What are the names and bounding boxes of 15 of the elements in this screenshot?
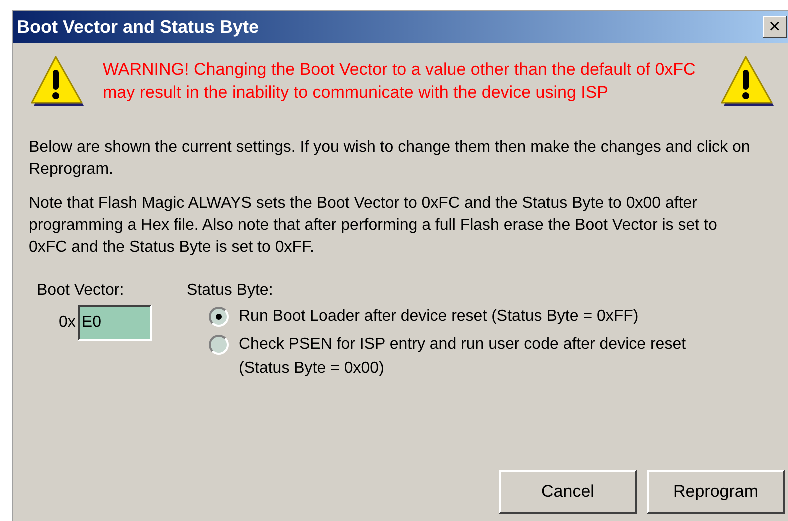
- dialog-button[interactable]: Reprogram: [647, 470, 785, 514]
- radio-label[interactable]: Run Boot Loader after device reset (Status Byte = 0xFF): [239, 305, 739, 329]
- boot-vector-field[interactable]: E0: [78, 305, 152, 341]
- info-text: Below are shown the current settings. If you wish to change them then make the changes and click on Reprogram.: [29, 138, 752, 180]
- close-button[interactable]: ×: [763, 16, 787, 38]
- boot-vector-label: Boot Vector:: [37, 281, 126, 301]
- info-text: Note that Flash Magic ALWAYS sets the Boot Vector to 0xFC and the Status Byte to 0x00 after programming a Hex file. Also note that after performing a full Flash erase the Boot Vector is set to 0xFC and the Status Byte is set to 0xFF.: [29, 194, 718, 258]
- warning-text: WARNING! Changing the Boot Vector to a value other than the default of 0xFC may result in the inability to communicate with the device using ISP: [103, 59, 697, 104]
- radio-label[interactable]: Check PSEN for ISP entry and run user code after device reset (Status Byte = 0x00): [239, 333, 739, 381]
- window-title: Boot Vector and Status Byte: [17, 16, 260, 39]
- dialog-button[interactable]: Cancel: [499, 470, 637, 514]
- radio-button[interactable]: [209, 335, 229, 355]
- hex-prefix: 0x: [59, 313, 76, 333]
- radio-button[interactable]: [209, 307, 229, 327]
- status-byte-label: Status Byte:: [187, 281, 274, 301]
